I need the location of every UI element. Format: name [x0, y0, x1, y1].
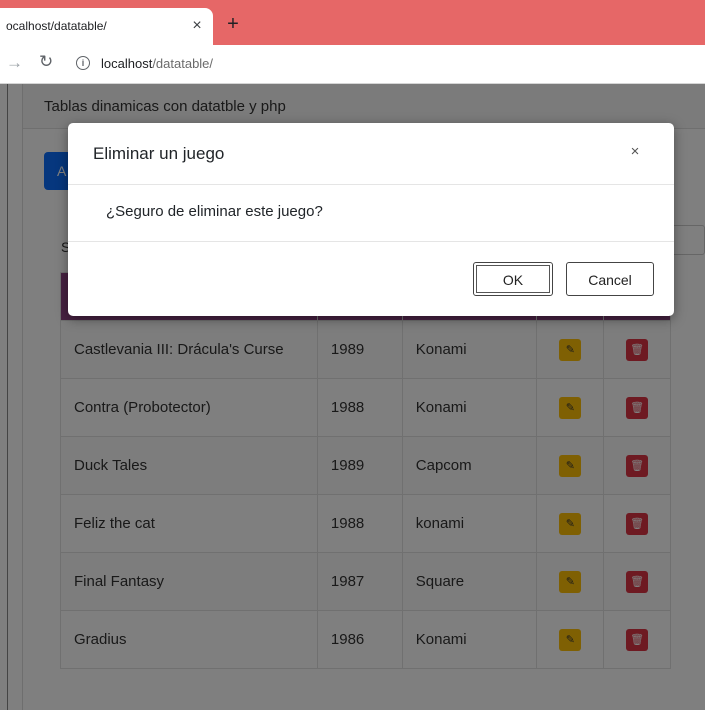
reload-icon[interactable]: ↻	[39, 52, 53, 72]
browser-toolbar: → ↻ i localhost/datatable/	[0, 45, 705, 84]
address-bar[interactable]: i localhost/datatable/	[66, 51, 698, 77]
delete-modal: Eliminar un juego × ¿Seguro de eliminar …	[68, 123, 674, 316]
modal-message: ¿Seguro de eliminar este juego?	[106, 203, 323, 220]
url-text: localhost/datatable/	[101, 56, 213, 71]
ok-button[interactable]: OK	[473, 262, 553, 296]
modal-title: Eliminar un juego	[93, 144, 225, 163]
info-icon[interactable]: i	[76, 56, 90, 70]
modal-body: ¿Seguro de eliminar este juego?	[68, 185, 674, 242]
close-icon[interactable]: ×	[624, 141, 646, 163]
url-host: localhost	[101, 56, 153, 71]
tab-title: ocalhost/datatable/	[6, 19, 107, 33]
browser-tab[interactable]: ocalhost/datatable/ ×	[0, 8, 213, 45]
browser-tabstrip: ocalhost/datatable/ × +	[0, 0, 705, 45]
new-tab-icon[interactable]: +	[222, 13, 244, 35]
url-path: /datatable/	[152, 56, 214, 71]
forward-arrow-icon[interactable]: →	[6, 53, 23, 73]
modal-header: Eliminar un juego ×	[68, 123, 674, 185]
cancel-button[interactable]: Cancel	[566, 262, 654, 296]
tab-close-icon[interactable]: ×	[188, 17, 206, 35]
